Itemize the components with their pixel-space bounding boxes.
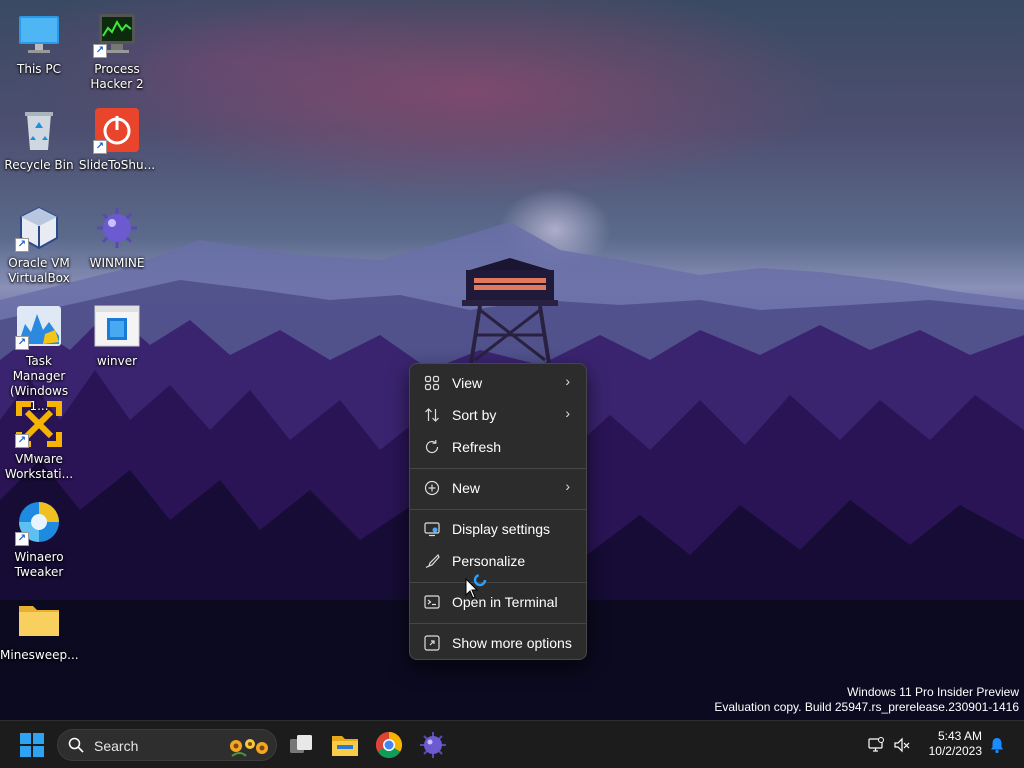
desktop-icon-label: WINMINE (89, 256, 145, 270)
desktop-icon-recycle-bin[interactable]: Recycle Bin (0, 106, 78, 173)
more-options-icon (424, 635, 440, 651)
desktop-icon-label: VMware Workstati... (4, 452, 74, 481)
search-highlight-flowers-icon (230, 739, 268, 757)
desktop-icon-winver[interactable]: winver (78, 302, 156, 369)
clock-time: 5:43 AM (937, 729, 982, 743)
menu-item-label: Sort by (452, 407, 497, 423)
start-button[interactable] (16, 729, 48, 761)
desktop-icon-label: winver (96, 354, 138, 368)
desktop-icon-label: Winaero Tweaker (14, 550, 64, 579)
monitor-icon (19, 16, 59, 53)
recycle-bin-icon (25, 112, 53, 150)
clock-date: 10/2/2023 (928, 744, 982, 758)
shortcut-arrow-icon: ↗ (15, 238, 29, 252)
menu-item-label: View (452, 375, 483, 391)
desktop-icon-label: This PC (17, 62, 61, 76)
taskbar: 5:43 AM 10/2/2023 (0, 720, 1024, 768)
desktop-icon-virtualbox[interactable]: ↗ Oracle VM VirtualBox (0, 204, 78, 286)
chevron-right-icon: › (565, 405, 570, 421)
brush-icon (424, 553, 440, 569)
watermark-edition: Windows 11 Pro Insider Preview (847, 685, 1019, 699)
winmine-taskbar-button[interactable] (417, 729, 449, 761)
desktop-context-menu: View › Sort by › Refresh New › Display s… (409, 363, 587, 660)
chrome-icon (375, 731, 403, 759)
task-view-button[interactable] (285, 729, 317, 761)
volume-muted-icon[interactable] (893, 736, 911, 754)
menu-item-sort-by[interactable]: Sort by › (414, 400, 582, 430)
desktop-icon-label: SlideToShu... (78, 158, 156, 172)
winver-window-icon (94, 305, 140, 347)
menu-separator (410, 468, 586, 469)
sort-icon (424, 407, 440, 423)
taskbar-search-box[interactable] (57, 729, 277, 761)
file-explorer-icon (332, 736, 358, 756)
chrome-button[interactable] (373, 729, 405, 761)
menu-separator (410, 509, 586, 510)
desktop-icon-task-manager[interactable]: ↗ Task Manager (Windows 1... (0, 302, 78, 414)
chevron-right-icon: › (565, 373, 570, 389)
menu-item-label: Refresh (452, 439, 502, 455)
mine-icon (97, 208, 137, 248)
new-plus-icon (424, 480, 440, 496)
chevron-right-icon: › (565, 478, 570, 494)
menu-item-label: New (452, 480, 481, 496)
desktop-icon-this-pc[interactable]: This PC (0, 10, 78, 77)
search-icon (68, 737, 84, 753)
desktop-icon-slidetoshutdown[interactable]: ↗ SlideToShu... (78, 106, 156, 173)
view-grid-icon (424, 375, 440, 391)
mine-icon (420, 732, 446, 758)
shortcut-arrow-icon: ↗ (93, 140, 107, 154)
desktop-icon-process-hacker[interactable]: ↗ Process Hacker 2 (78, 10, 156, 92)
shortcut-arrow-icon: ↗ (15, 434, 29, 448)
shortcut-arrow-icon: ↗ (15, 532, 29, 546)
network-icon[interactable] (867, 736, 885, 754)
desktop-icon-vmware[interactable]: ↗ VMware Workstati... (0, 400, 78, 482)
task-view-icon (290, 735, 312, 753)
menu-item-label: Show more options (452, 635, 572, 651)
busy-cursor-icon (465, 573, 487, 599)
watermark-build: Evaluation copy. Build 25947.rs_prerelea… (714, 700, 1019, 714)
desktop-icon-winaero-tweaker[interactable]: ↗ Winaero Tweaker (0, 498, 78, 580)
menu-item-display-settings[interactable]: Display settings (414, 514, 582, 544)
refresh-icon (424, 439, 440, 455)
taskbar-clock[interactable]: 5:43 AM 10/2/2023 (929, 729, 982, 759)
search-input[interactable] (92, 736, 216, 756)
desktop[interactable]: This PC ↗ Process Hacker 2 Recycle Bin ↗… (0, 0, 1024, 720)
desktop-icon-label: Oracle VM VirtualBox (8, 256, 70, 285)
shortcut-arrow-icon: ↗ (15, 336, 29, 350)
menu-item-open-in-terminal[interactable]: Open in Terminal (414, 587, 582, 617)
display-icon (424, 521, 440, 537)
desktop-icon-minesweeper-folder[interactable]: Minesweep... (0, 596, 79, 663)
menu-item-new[interactable]: New › (414, 473, 582, 503)
desktop-icon-winmine[interactable]: WINMINE (78, 204, 156, 271)
terminal-icon (424, 594, 440, 610)
desktop-icon-label: Minesweep... (0, 648, 79, 662)
desktop-icon-label: Recycle Bin (4, 158, 74, 172)
menu-item-label: Personalize (452, 553, 526, 569)
menu-item-show-more-options[interactable]: Show more options (414, 628, 582, 658)
build-watermark: Windows 11 Pro Insider Preview Evaluatio… (714, 685, 1019, 715)
notifications-bell-icon[interactable] (988, 736, 1006, 754)
folder-icon (19, 606, 59, 636)
menu-item-view[interactable]: View › (414, 368, 582, 398)
menu-item-refresh[interactable]: Refresh (414, 432, 582, 462)
menu-separator (410, 623, 586, 624)
menu-item-label: Display settings (452, 521, 551, 537)
menu-item-personalize[interactable]: Personalize (414, 546, 582, 576)
windows-logo-icon (20, 733, 44, 757)
desktop-icon-label: Process Hacker 2 (90, 62, 144, 91)
shortcut-arrow-icon: ↗ (93, 44, 107, 58)
file-explorer-button[interactable] (329, 729, 361, 761)
menu-separator (410, 582, 586, 583)
